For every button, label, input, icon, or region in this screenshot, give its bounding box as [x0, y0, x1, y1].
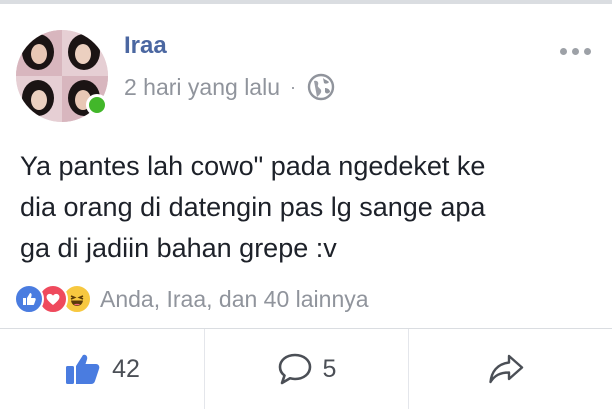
share-button[interactable]: [408, 329, 612, 409]
post-text: Ya pantes lah cowo" pada ngedeket ke dia…: [20, 151, 486, 263]
more-dot-icon: [584, 48, 591, 55]
more-dot-icon: [572, 48, 579, 55]
action-bar: 42 5: [0, 329, 612, 409]
meta-separator: ·: [290, 76, 296, 97]
more-options-button[interactable]: [560, 48, 591, 55]
like-button[interactable]: 42: [0, 329, 204, 409]
author-name[interactable]: Iraa: [124, 32, 167, 60]
comment-count: 5: [322, 354, 337, 383]
like-count: 42: [112, 354, 140, 383]
thumbs-up-icon: [66, 354, 100, 384]
share-arrow-icon: [488, 354, 523, 384]
more-dot-icon: [560, 48, 567, 55]
comment-bubble-icon: [278, 353, 311, 385]
online-status-dot: [86, 94, 108, 116]
post-card: Iraa 2 hari yang lalu · Ya pantes lah co…: [0, 4, 612, 409]
post-meta: 2 hari yang lalu ·: [124, 72, 336, 102]
reactions-summary-text: Anda, Iraa, dan 40 lainnya: [100, 285, 369, 312]
post-timestamp[interactable]: 2 hari yang lalu: [124, 74, 280, 101]
globe-icon: [306, 72, 336, 102]
like-reaction-icon: [14, 284, 44, 314]
comment-button[interactable]: 5: [204, 329, 408, 409]
reactions-summary[interactable]: Anda, Iraa, dan 40 lainnya: [14, 283, 369, 315]
